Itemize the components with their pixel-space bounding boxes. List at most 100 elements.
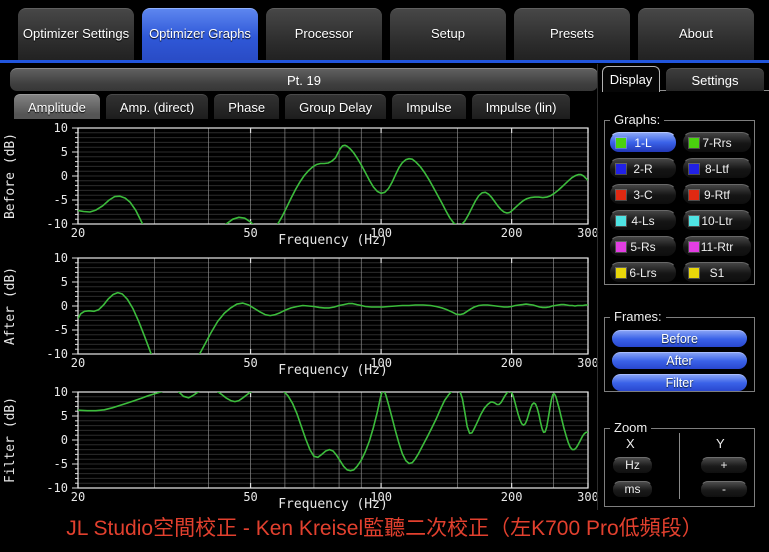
channel-button-1-L[interactable]: 1-L — [609, 132, 677, 153]
x-tick-label: 300 — [577, 356, 599, 370]
channel-button-2-R[interactable]: 2-R — [609, 158, 677, 179]
tab-optimizer-graphs[interactable]: Optimizer Graphs — [142, 8, 258, 60]
x-tick-label: 50 — [243, 490, 257, 504]
channel-button-label: 5-Rs — [630, 239, 656, 254]
tab-presets[interactable]: Presets — [514, 8, 630, 60]
zoom-y-axis-label: Y — [716, 436, 725, 451]
frames-panel-legend: Frames: — [610, 309, 666, 324]
channel-color-chip — [616, 241, 626, 252]
channel-color-chip — [616, 215, 626, 226]
frame-button-filter[interactable]: Filter — [612, 374, 747, 391]
tab-about[interactable]: About — [638, 8, 754, 60]
y-tick-label: 5 — [61, 275, 68, 289]
channel-button-4-Ls[interactable]: 4-Ls — [609, 210, 677, 231]
optimizer-app: Optimizer Settings Optimizer Graphs Proc… — [0, 0, 769, 552]
channel-button-label: S1 — [709, 265, 725, 280]
y-tick-label: 0 — [61, 433, 68, 447]
channel-color-chip — [689, 241, 699, 252]
frames-button-list: Before After Filter — [605, 318, 754, 391]
zoom-panel-divider — [679, 433, 680, 499]
y-tick-label: -10 — [46, 217, 68, 231]
channel-button-9-Rtf[interactable]: 9-Rtf — [682, 184, 752, 205]
x-axis-title: Frequency (Hz) — [278, 363, 388, 378]
main-tab-bar: Optimizer Settings Optimizer Graphs Proc… — [18, 8, 754, 60]
channel-button-10-Ltr[interactable]: 10-Ltr — [682, 210, 752, 231]
channel-color-chip — [616, 267, 626, 278]
channel-button-grid: 1-L 7-Rrs 2-R 8-Ltf 3-C 9-Rtf 4-Ls 10-Lt… — [605, 121, 754, 283]
channel-button-3-C[interactable]: 3-C — [609, 184, 677, 205]
zoom-panel: Zoom X Y Hz ms + - — [604, 420, 755, 507]
channel-color-chip — [616, 189, 626, 200]
x-axis-title: Frequency (Hz) — [278, 497, 388, 512]
tab-setup[interactable]: Setup — [390, 8, 506, 60]
x-tick-label: 200 — [501, 356, 523, 370]
tab-processor[interactable]: Processor — [266, 8, 382, 60]
y-tick-label: 10 — [54, 121, 68, 135]
y-tick-label: -5 — [54, 193, 68, 207]
channel-button-label: 6-Lrs — [629, 265, 657, 280]
zoom-y-plus-button[interactable]: + — [700, 457, 748, 474]
channel-button-label: 8-Ltf — [704, 161, 729, 176]
y-tick-label: 5 — [61, 409, 68, 423]
point-title-label: Pt. 19 — [287, 72, 321, 88]
channel-button-6-Lrs[interactable]: 6-Lrs — [609, 262, 677, 283]
tab-group-delay[interactable]: Group Delay — [285, 94, 387, 119]
channel-button-7-Rrs[interactable]: 7-Rrs — [682, 132, 752, 153]
channel-color-chip — [689, 215, 699, 226]
graph-type-tab-bar: Amplitude Amp. (direct) Phase Group Dela… — [14, 94, 571, 119]
x-axis-title: Frequency (Hz) — [278, 233, 388, 248]
x-tick-label: 300 — [577, 226, 599, 240]
before-response-graph: 1050-5-1020 50 100 200 300Frequency (Hz)Befo… — [3, 121, 599, 248]
channel-color-chip — [616, 163, 626, 174]
zoom-x-axis-label: X — [626, 436, 635, 451]
zoom-y-minus-button[interactable]: - — [700, 481, 748, 498]
channel-button-S1[interactable]: S1 — [682, 262, 752, 283]
tab-settings[interactable]: Settings — [666, 68, 764, 91]
zoom-panel-legend: Zoom — [610, 420, 652, 435]
frames-panel: Frames: Before After Filter — [604, 309, 755, 392]
x-tick-label: 20 — [71, 356, 85, 370]
graphs-panel-legend: Graphs: — [610, 112, 665, 127]
channel-color-chip — [689, 137, 699, 148]
channel-color-chip — [689, 267, 699, 278]
tab-optimizer-settings[interactable]: Optimizer Settings — [18, 8, 134, 60]
x-tick-label: 50 — [243, 356, 257, 370]
y-tick-label: 10 — [54, 251, 68, 265]
channel-button-label: 3-C — [633, 187, 653, 202]
channel-button-label: 9-Rtf — [703, 187, 730, 202]
channel-button-5-Rs[interactable]: 5-Rs — [609, 236, 677, 257]
tab-impulse-lin[interactable]: Impulse (lin) — [471, 94, 571, 119]
channel-button-label: 10-Ltr — [701, 213, 733, 228]
session-caption: JL Studio空間校正 - Ken Kreisel監聽二次校正（左K700 … — [66, 517, 703, 540]
frame-button-after[interactable]: After — [612, 352, 747, 369]
y-axis-title: Filter (dB) — [3, 397, 18, 483]
channel-button-label: 4-Ls — [631, 213, 655, 228]
x-tick-label: 50 — [243, 226, 257, 240]
y-tick-label: -10 — [46, 481, 68, 495]
filter-response-graph: 1050-5-1020 50 100 200 300Frequency (Hz)Filt… — [3, 385, 599, 512]
zoom-x-ms-button[interactable]: ms — [612, 481, 653, 498]
y-tick-label: 5 — [61, 145, 68, 159]
channel-button-11-Rtr[interactable]: 11-Rtr — [682, 236, 752, 257]
channel-button-8-Ltf[interactable]: 8-Ltf — [682, 158, 752, 179]
tab-amplitude[interactable]: Amplitude — [14, 94, 100, 119]
y-tick-label: -10 — [46, 347, 68, 361]
y-axis-title: Before (dB) — [3, 133, 18, 219]
tab-impulse[interactable]: Impulse — [392, 94, 466, 119]
y-axis-title: After (dB) — [3, 267, 18, 345]
x-tick-label: 20 — [71, 226, 85, 240]
channel-button-label: 2-R — [633, 161, 653, 176]
panel-tab-bar: Display Settings — [602, 66, 769, 92]
zoom-x-hz-button[interactable]: Hz — [612, 457, 653, 474]
tab-phase[interactable]: Phase — [214, 94, 280, 119]
x-tick-label: 300 — [577, 490, 599, 504]
tab-display[interactable]: Display — [602, 66, 660, 92]
accent-divider — [0, 60, 769, 63]
channel-color-chip — [616, 137, 626, 148]
channel-button-label: 1-L — [634, 135, 652, 150]
x-tick-label: 200 — [501, 226, 523, 240]
tab-amp-direct[interactable]: Amp. (direct) — [105, 94, 209, 119]
y-tick-label: 10 — [54, 385, 68, 399]
frame-button-before[interactable]: Before — [612, 330, 747, 347]
channel-color-chip — [689, 163, 699, 174]
